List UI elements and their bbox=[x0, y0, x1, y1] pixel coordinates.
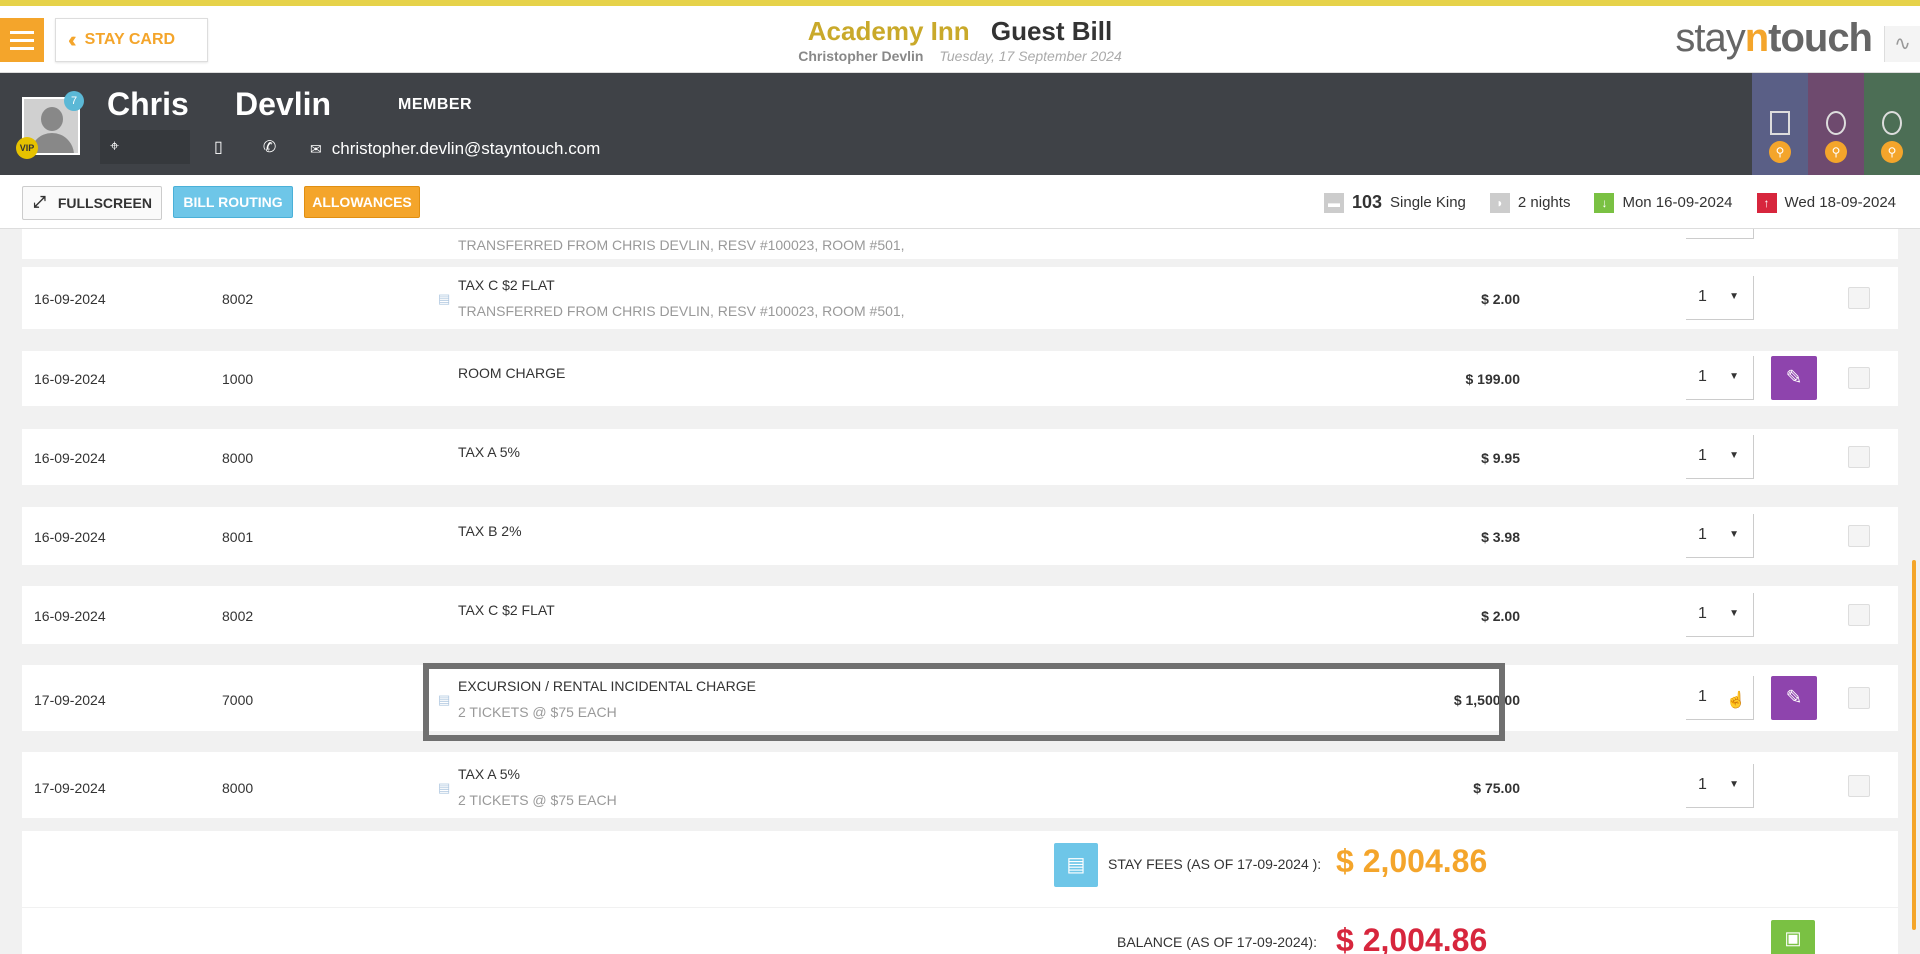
stay-fees-label: STAY FEES (AS OF 17-09-2024 ): bbox=[1108, 856, 1322, 872]
mobile-phone-icon[interactable]: ▯ bbox=[214, 137, 223, 157]
fullscreen-button[interactable]: ⤢ FULLSCREEN bbox=[22, 186, 162, 220]
bill-routing-button[interactable]: BILL ROUTING bbox=[173, 186, 293, 218]
guest-banner: 7 VIP Chris Devlin MEMBER ⌖ ▯ ✆ ✉ christ… bbox=[0, 73, 1920, 175]
row-checkbox[interactable] bbox=[1848, 604, 1870, 626]
card-tabs: ⚲ ⚲ ⚲ bbox=[1752, 73, 1920, 175]
moon-icon: ◗ bbox=[1489, 192, 1510, 213]
caret-down-icon: ▼ bbox=[1729, 779, 1739, 790]
wallet-icon: ▣ bbox=[1784, 928, 1802, 948]
search-icon: ⚲ bbox=[1769, 141, 1791, 163]
table-row[interactable]: 17-09-2024 7000 ▤ EXCURSION / RENTAL INC… bbox=[22, 665, 1898, 731]
company-card-tab[interactable]: ⚲ bbox=[1752, 73, 1808, 175]
quantity-select[interactable]: 1 ▼ bbox=[1686, 276, 1754, 320]
page-title: Guest Bill bbox=[990, 16, 1113, 46]
caret-down-icon: ▼ bbox=[1729, 529, 1739, 540]
group-card-tab[interactable]: ⚲ bbox=[1864, 73, 1920, 175]
mouse-cursor-icon: ☝ bbox=[1726, 692, 1746, 709]
row-checkbox[interactable] bbox=[1848, 287, 1870, 309]
app-header: ‹‹ STAY CARD Academy Inn Guest Bill Chri… bbox=[0, 6, 1920, 73]
hotel-name: Academy Inn bbox=[807, 16, 970, 46]
balance-summary: BALANCE (AS OF 17-09-2024): $ 2,004.86 ▣ bbox=[22, 908, 1898, 954]
row-checkbox[interactable] bbox=[1848, 687, 1870, 709]
membership-label: MEMBER bbox=[398, 96, 473, 113]
globe-icon bbox=[1826, 111, 1846, 135]
search-icon: ⚲ bbox=[1825, 141, 1847, 163]
quantity-select[interactable]: 1 ▼ bbox=[1686, 356, 1754, 400]
bed-icon: ▬ bbox=[1323, 192, 1344, 213]
departure-info: ↑ Wed 18-09-2024 bbox=[1756, 192, 1896, 213]
table-row[interactable]: 17-09-2024 8000 ▤ TAX A 5% 2 TICKETS @ $… bbox=[22, 752, 1898, 818]
row-checkbox[interactable] bbox=[1848, 446, 1870, 468]
guest-first-name[interactable]: Chris bbox=[107, 86, 189, 123]
edit-charge-button[interactable]: ✎ bbox=[1771, 676, 1817, 720]
location-field[interactable]: ⌖ bbox=[100, 130, 190, 164]
arrival-info: ↓ Mon 16-09-2024 bbox=[1594, 192, 1733, 213]
search-icon: ⚲ bbox=[1881, 141, 1903, 163]
table-row[interactable]: 16-09-2024 1000 ROOM CHARGE $ 199.00 1 ▼ … bbox=[22, 351, 1898, 406]
envelope-icon: ✉ bbox=[310, 140, 322, 157]
activity-pulse-icon[interactable]: ∿ bbox=[1884, 26, 1920, 62]
allowances-button[interactable]: ALLOWANCES bbox=[304, 186, 420, 218]
table-row[interactable]: 16-09-2024 8002 TAX C $2 FLAT $ 2.00 1 ▼ bbox=[22, 586, 1898, 644]
nights-info: ◗ 2 nights bbox=[1489, 192, 1570, 213]
pencil-icon: ✎ bbox=[1785, 687, 1803, 709]
caret-down-icon: ▼ bbox=[1729, 450, 1739, 461]
wallet-payment-button[interactable]: ▣ bbox=[1771, 920, 1815, 954]
arrow-up-icon: ↑ bbox=[1756, 192, 1777, 213]
stay-fees-amount: $ 2,004.86 bbox=[1336, 843, 1488, 879]
caret-down-icon: ▼ bbox=[1729, 608, 1739, 619]
table-row[interactable]: 16-09-2024 8001 TAX B 2% $ 3.98 1 ▼ bbox=[22, 507, 1898, 565]
balance-label: BALANCE (AS OF 17-09-2024): bbox=[1117, 934, 1317, 950]
table-row[interactable]: 16-09-2024 8000 TAX A 5% $ 9.95 1 ▼ bbox=[22, 429, 1898, 485]
document-icon: ▤ bbox=[438, 291, 451, 306]
quantity-select[interactable] bbox=[1686, 229, 1754, 239]
caret-down-icon: ▼ bbox=[1729, 291, 1739, 302]
guest-contact-icons: ⌖ ▯ ✆ bbox=[100, 130, 276, 164]
brand-logo: stayntouch bbox=[1675, 16, 1873, 60]
document-icon: ▤ bbox=[438, 692, 451, 707]
caret-down-icon: ▼ bbox=[1729, 371, 1739, 382]
table-row: TRANSFERRED FROM CHRIS DEVLIN, RESV #100… bbox=[22, 229, 1898, 259]
row-checkbox[interactable] bbox=[1848, 525, 1870, 547]
receipt-icon[interactable]: ▤ bbox=[1054, 843, 1098, 887]
page-title-block: Academy Inn Guest Bill Christopher Devli… bbox=[0, 16, 1920, 64]
quantity-select[interactable]: 1 ▼ bbox=[1686, 764, 1754, 808]
row-checkbox[interactable] bbox=[1848, 367, 1870, 389]
guest-full-name: Christopher Devlin bbox=[798, 48, 924, 64]
map-pin-icon: ⌖ bbox=[110, 138, 120, 155]
quantity-select[interactable]: 1 ▼ bbox=[1686, 514, 1754, 558]
document-icon: ▤ bbox=[438, 780, 451, 795]
stay-fees-summary: ▤ STAY FEES (AS OF 17-09-2024 ): $ 2,004… bbox=[22, 831, 1898, 907]
group-icon bbox=[1882, 111, 1902, 135]
quantity-select[interactable]: 1 ▼ bbox=[1686, 593, 1754, 637]
guest-last-name[interactable]: Devlin bbox=[235, 86, 331, 123]
bill-action-bar: ⤢ FULLSCREEN BILL ROUTING ALLOWANCES ▬ 1… bbox=[0, 175, 1920, 229]
phone-icon[interactable]: ✆ bbox=[263, 137, 276, 157]
business-date: Tuesday, 17 September 2024 bbox=[939, 48, 1122, 64]
expand-icon: ⤢ bbox=[33, 194, 46, 211]
row-checkbox[interactable] bbox=[1848, 775, 1870, 797]
stay-summary: ▬ 103 Single King ◗ 2 nights ↓ Mon 16-09… bbox=[1300, 192, 1896, 213]
scrollbar[interactable] bbox=[1912, 560, 1916, 930]
building-icon bbox=[1770, 111, 1790, 135]
travel-agent-card-tab[interactable]: ⚲ bbox=[1808, 73, 1864, 175]
guest-email[interactable]: ✉ christopher.devlin@stayntouch.com bbox=[310, 139, 600, 159]
quantity-select[interactable]: 1 ▼ bbox=[1686, 435, 1754, 479]
room-info: ▬ 103 Single King bbox=[1323, 192, 1466, 213]
arrow-down-icon: ↓ bbox=[1594, 192, 1615, 213]
table-row[interactable]: 16-09-2024 8002 ▤ TAX C $2 FLAT TRANSFER… bbox=[22, 267, 1898, 329]
vip-badge: VIP bbox=[16, 137, 38, 159]
pencil-icon: ✎ bbox=[1785, 367, 1803, 389]
balance-amount: $ 2,004.86 bbox=[1336, 922, 1488, 954]
edit-charge-button[interactable]: ✎ bbox=[1771, 356, 1817, 400]
avatar-count-badge: 7 bbox=[64, 91, 84, 111]
